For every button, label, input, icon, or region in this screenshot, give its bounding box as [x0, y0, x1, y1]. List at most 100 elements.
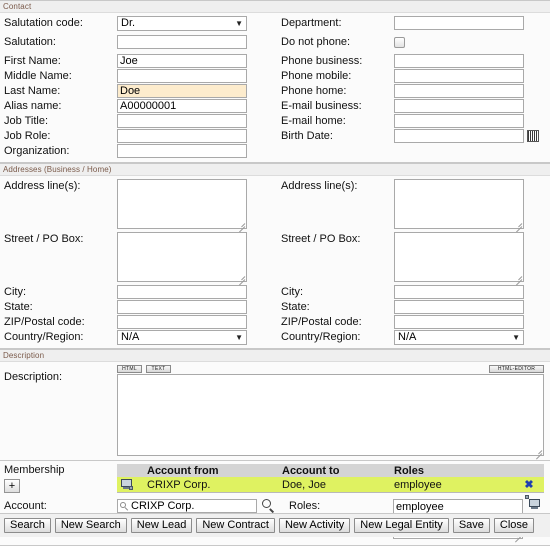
contact-section-title: Contact — [0, 1, 550, 13]
description-toolbar: HTML TEXT HTML-EDITOR — [117, 364, 544, 373]
input-phone-home[interactable] — [394, 84, 524, 98]
textarea-business-street[interactable] — [117, 232, 247, 286]
input-organization[interactable] — [117, 144, 247, 158]
label-business-street: Street / PO Box: — [4, 233, 84, 245]
field-home-zip: ZIP/Postal code: — [281, 315, 550, 330]
input-birth-date[interactable] — [394, 129, 524, 143]
membership-grid-header: Account from Account to Roles — [117, 464, 544, 477]
label-business-country: Country/Region: — [4, 331, 84, 343]
html-editor-button[interactable]: HTML-EDITOR — [489, 364, 544, 373]
roles-value: employee — [396, 501, 444, 513]
new-contract-button[interactable]: New Contract — [196, 518, 275, 533]
field-salutation: Salutation: — [4, 35, 275, 50]
input-department[interactable] — [394, 16, 524, 30]
account-lookup-value: CRIXP Corp. — [131, 500, 195, 512]
description-section-title: Description — [0, 350, 550, 362]
calendar-icon[interactable] — [527, 130, 539, 142]
input-alias-name[interactable] — [117, 99, 247, 113]
field-email-home: E-mail home: — [281, 114, 550, 129]
field-last-name: Last Name: — [4, 84, 275, 99]
field-business-address-lines: Address line(s): — [4, 179, 275, 233]
contact-right-column: Department: Do not phone: Phone business… — [275, 16, 550, 159]
label-roles: Roles: — [289, 500, 321, 512]
input-middle-name[interactable] — [117, 69, 247, 83]
field-job-title: Job Title: — [4, 114, 275, 129]
checkbox-do-not-phone[interactable] — [394, 37, 405, 48]
resize-grip-icon — [236, 219, 246, 233]
input-home-state[interactable] — [394, 300, 524, 314]
delete-membership-button[interactable]: ✖ — [514, 479, 544, 491]
label-phone-home: Phone home: — [281, 85, 347, 97]
field-home-state: State: — [281, 300, 550, 315]
select-salutation-code[interactable]: Dr. ▼ — [117, 16, 247, 31]
label-organization: Organization: — [4, 145, 70, 157]
input-last-name[interactable] — [117, 84, 247, 98]
label-business-address-lines: Address line(s): — [4, 180, 81, 192]
textarea-business-address-lines[interactable] — [117, 179, 247, 233]
input-job-role[interactable] — [117, 129, 247, 143]
field-phone-business: Phone business: — [281, 54, 550, 69]
contact-left-column: Salutation code: Dr. ▼ Salutation: First… — [0, 16, 275, 159]
textarea-description[interactable] — [117, 374, 544, 460]
textarea-home-address-lines[interactable] — [394, 179, 524, 233]
label-account: Account: — [4, 500, 47, 512]
text-mode-button[interactable]: TEXT — [146, 364, 171, 373]
table-row[interactable]: CRIXP Corp. Doe, Joe employee ✖ — [117, 477, 544, 493]
input-home-zip[interactable] — [394, 315, 524, 329]
label-salutation-code: Salutation code: — [4, 17, 83, 29]
input-email-home[interactable] — [394, 114, 524, 128]
label-job-title: Job Title: — [4, 115, 49, 127]
roles-picker-button[interactable] — [525, 495, 542, 512]
field-business-country: Country/Region: N/A ▼ — [4, 330, 275, 345]
input-business-zip[interactable] — [117, 315, 247, 329]
input-phone-business[interactable] — [394, 54, 524, 68]
search-button[interactable]: Search — [4, 518, 51, 533]
label-birth-date: Birth Date: — [281, 130, 333, 142]
chevron-down-icon: ▼ — [235, 19, 243, 28]
input-phone-mobile[interactable] — [394, 69, 524, 83]
addresses-section: Addresses (Business / Home) Address line… — [0, 163, 550, 349]
field-business-city: City: — [4, 285, 275, 300]
label-business-zip: ZIP/Postal code: — [4, 316, 85, 328]
input-account-lookup[interactable]: CRIXP Corp. — [117, 499, 257, 513]
html-mode-button[interactable]: HTML — [117, 364, 142, 373]
input-job-title[interactable] — [117, 114, 247, 128]
input-business-city[interactable] — [117, 285, 247, 299]
addresses-business-column: Address line(s): Street / PO Box: City: … — [0, 179, 275, 345]
label-email-home: E-mail home: — [281, 115, 346, 127]
new-activity-button[interactable]: New Activity — [278, 518, 351, 533]
label-home-state: State: — [281, 301, 310, 313]
select-salutation-code-value: Dr. — [121, 17, 136, 29]
input-first-name[interactable] — [117, 54, 247, 68]
textarea-home-street[interactable] — [394, 232, 524, 286]
resize-grip-icon — [533, 446, 543, 460]
resize-grip-icon — [513, 219, 523, 233]
new-search-button[interactable]: New Search — [54, 518, 127, 533]
close-button[interactable]: Close — [493, 518, 535, 533]
new-legal-entity-button[interactable]: New Legal Entity — [354, 518, 449, 533]
chevron-down-icon: ▼ — [512, 333, 520, 342]
label-job-role: Job Role: — [4, 130, 51, 142]
label-home-zip: ZIP/Postal code: — [281, 316, 362, 328]
add-membership-button[interactable]: + — [4, 479, 20, 493]
label-home-street: Street / PO Box: — [281, 233, 361, 245]
input-home-city[interactable] — [394, 285, 524, 299]
input-business-state[interactable] — [117, 300, 247, 314]
label-membership: Membership — [4, 464, 65, 476]
new-lead-button[interactable]: New Lead — [130, 518, 193, 533]
save-button[interactable]: Save — [452, 518, 490, 533]
field-alias-name: Alias name: — [4, 99, 275, 114]
input-email-business[interactable] — [394, 99, 524, 113]
account-search-button[interactable] — [261, 499, 275, 513]
label-home-city: City: — [281, 286, 303, 298]
field-salutation-code: Salutation code: Dr. ▼ — [4, 16, 275, 31]
select-business-country-value: N/A — [121, 331, 140, 343]
label-do-not-phone: Do not phone: — [281, 36, 351, 48]
select-home-country[interactable]: N/A ▼ — [394, 330, 524, 345]
field-home-address-lines: Address line(s): — [281, 179, 550, 233]
select-business-country[interactable]: N/A ▼ — [117, 330, 247, 345]
input-salutation[interactable] — [117, 35, 247, 49]
field-job-role: Job Role: — [4, 129, 275, 144]
close-icon: ✖ — [524, 478, 534, 491]
row-type-cell — [117, 479, 147, 490]
